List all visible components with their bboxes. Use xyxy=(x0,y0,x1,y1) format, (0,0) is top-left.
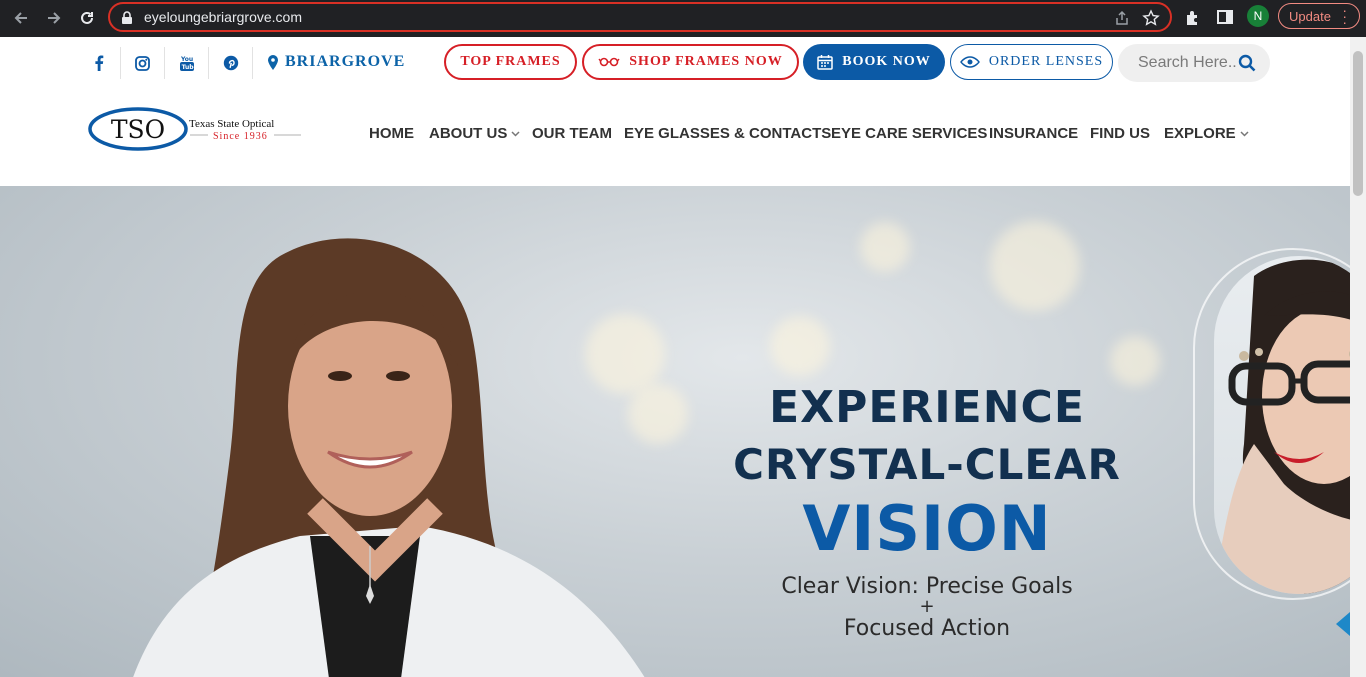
nav-home[interactable]: HOME xyxy=(369,125,414,142)
nav-explore-label: EXPLORE xyxy=(1164,125,1236,142)
hero-subtext-line2: Focused Action xyxy=(843,616,1011,641)
nav-eye-glasses-contacts[interactable]: EYE GLASSES & CONTACTS xyxy=(624,125,831,142)
nav-our-team-label: OUR TEAM xyxy=(532,125,612,142)
location-label[interactable]: BRIARGROVE xyxy=(268,53,405,71)
hero-heading-line2: CRYSTAL-CLEAR xyxy=(733,440,1121,489)
url-text: eyeloungebriargrove.com xyxy=(144,9,302,25)
logo-since: Since 1936 xyxy=(213,131,268,142)
nav-eye-glasses-contacts-label: EYE GLASSES & CONTACTS xyxy=(624,125,832,142)
hero-subtext-plus: + xyxy=(919,596,935,617)
nav-eye-care-services-label: EYE CARE SERVICES xyxy=(831,125,988,142)
logo-mark: TSO xyxy=(111,115,165,144)
tso-logo[interactable]: TSO Texas State Optical Since 1936 xyxy=(88,107,304,151)
model-photo-card xyxy=(1214,256,1350,594)
eye-icon xyxy=(959,56,980,68)
svg-text:Tube: Tube xyxy=(181,64,194,71)
nav-find-us[interactable]: FIND US xyxy=(1090,125,1150,142)
bokeh-light xyxy=(770,316,830,376)
top-frames-label: TOP FRAMES xyxy=(460,54,561,69)
nav-insurance[interactable]: INSURANCE xyxy=(989,125,1078,142)
search-icon[interactable] xyxy=(1238,54,1256,72)
chevron-down-icon xyxy=(1240,130,1249,137)
update-label: Update xyxy=(1289,8,1331,24)
search-input[interactable]: Search Here.. xyxy=(1118,44,1270,82)
nav-home-label: HOME xyxy=(369,125,414,142)
scrollbar-thumb[interactable] xyxy=(1353,51,1363,196)
nav-about-us-label: ABOUT US xyxy=(429,125,508,142)
side-panel-icon[interactable] xyxy=(1214,6,1236,28)
location-text: BRIARGROVE xyxy=(285,53,406,70)
forward-icon[interactable] xyxy=(42,6,66,30)
browser-toolbar: eyeloungebriargrove.com N Update · · · xyxy=(0,0,1366,37)
pinterest-icon[interactable] xyxy=(209,47,253,79)
instagram-icon[interactable] xyxy=(121,47,165,79)
facebook-icon[interactable] xyxy=(77,47,121,79)
back-icon[interactable] xyxy=(9,6,33,30)
bokeh-light xyxy=(990,221,1080,311)
lock-icon xyxy=(122,11,132,24)
share-icon[interactable] xyxy=(1114,10,1130,26)
shop-frames-label: SHOP FRAMES NOW xyxy=(629,54,783,69)
top-frames-button[interactable]: TOP FRAMES xyxy=(444,44,577,80)
nav-explore[interactable]: EXPLORE xyxy=(1164,125,1249,142)
book-now-label: BOOK NOW xyxy=(842,54,931,69)
hero-banner: EXPERIENCE CRYSTAL-CLEAR VISION Clear Vi… xyxy=(0,186,1350,677)
map-pin-icon xyxy=(268,54,278,70)
extensions-icon[interactable] xyxy=(1182,6,1204,28)
slider-prev-arrow[interactable] xyxy=(1336,612,1350,636)
bokeh-light xyxy=(860,222,910,272)
reload-icon[interactable] xyxy=(75,6,99,30)
logo-name: Texas State Optical xyxy=(189,118,274,130)
calendar-icon xyxy=(817,55,833,70)
search-placeholder: Search Here.. xyxy=(1138,54,1237,71)
doctor-photo xyxy=(133,238,645,677)
shop-frames-button[interactable]: SHOP FRAMES NOW xyxy=(582,44,799,80)
youtube-icon[interactable]: YouTube xyxy=(165,47,209,79)
book-now-button[interactable]: BOOK NOW xyxy=(803,44,945,80)
update-button[interactable]: Update · · · xyxy=(1278,3,1360,29)
order-lenses-button[interactable]: ORDER LENSES xyxy=(950,44,1113,80)
nav-insurance-label: INSURANCE xyxy=(989,125,1079,142)
model-photo xyxy=(1214,259,1350,594)
glasses-icon xyxy=(598,57,620,67)
nav-our-team[interactable]: OUR TEAM xyxy=(532,125,612,142)
svg-text:You: You xyxy=(180,56,193,63)
address-bar[interactable]: eyeloungebriargrove.com xyxy=(108,2,1172,32)
nav-find-us-label: FIND US xyxy=(1090,125,1150,142)
page-scrollbar[interactable] xyxy=(1350,37,1366,677)
hero-heading-line1: EXPERIENCE xyxy=(769,382,1085,433)
profile-avatar[interactable]: N xyxy=(1247,5,1269,27)
order-lenses-label: ORDER LENSES xyxy=(988,54,1104,69)
bokeh-light xyxy=(1110,336,1160,386)
more-icon[interactable]: · · · xyxy=(1342,3,1347,29)
chevron-down-icon xyxy=(511,130,520,137)
hero-heading-vision: VISION xyxy=(802,492,1052,565)
bookmark-star-icon[interactable] xyxy=(1142,9,1160,27)
webpage: YouTube BRIARGROVE TOP FRAMES SHOP FRAME… xyxy=(0,37,1350,677)
nav-eye-care-services[interactable]: EYE CARE SERVICES xyxy=(831,125,987,142)
nav-about-us[interactable]: ABOUT US xyxy=(429,125,520,142)
